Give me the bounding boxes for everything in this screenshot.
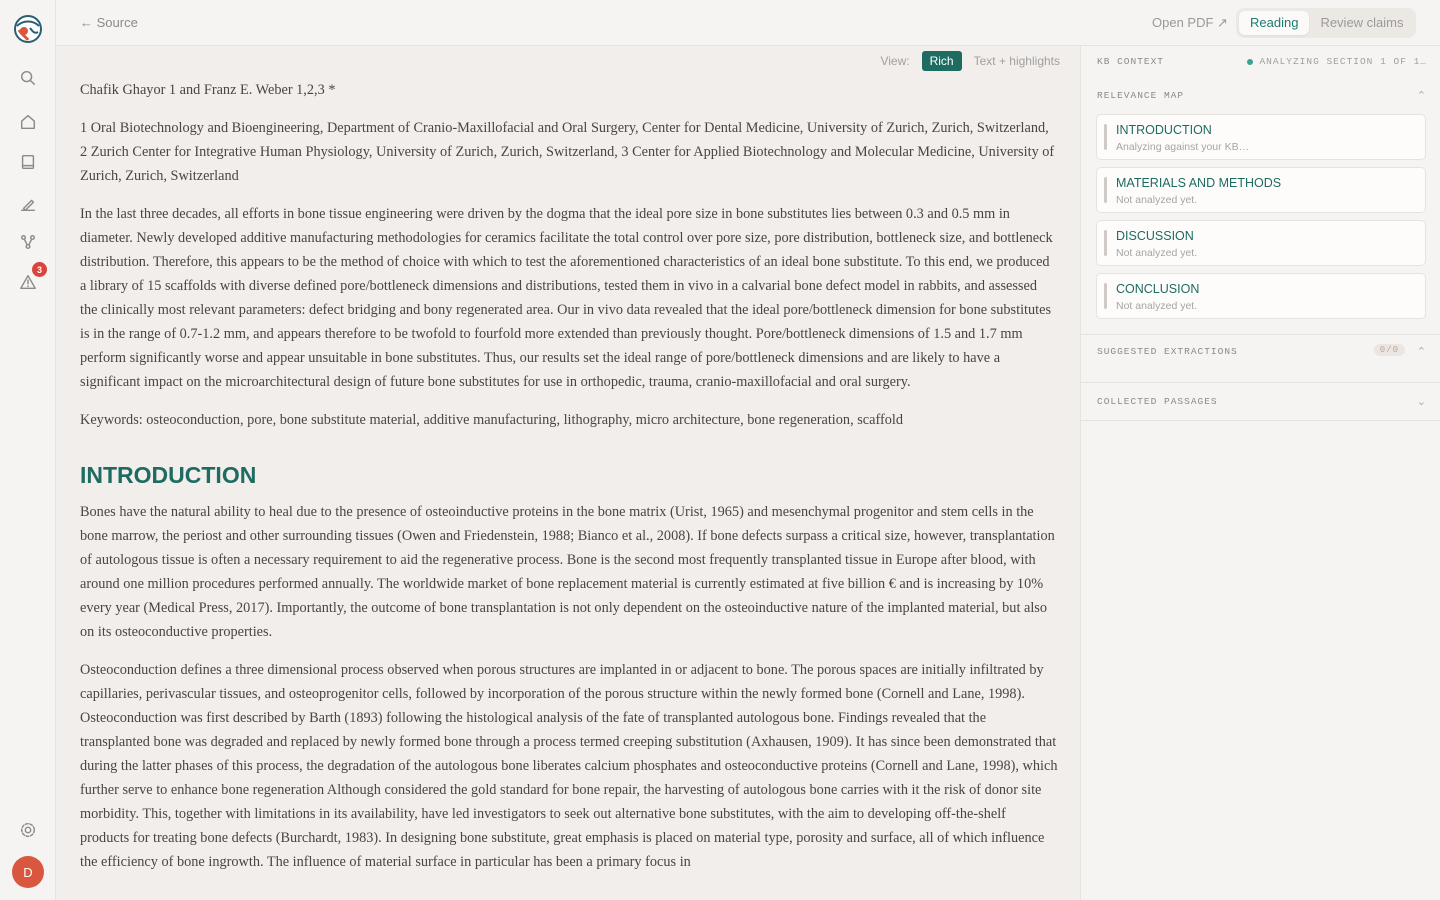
view-rich-button[interactable]: Rich [921, 51, 962, 71]
document-body: Chafik Ghayor 1 and Franz E. Weber 1,2,3… [80, 78, 1058, 888]
suggested-extractions-header[interactable]: SUGGESTED EXTRACTIONS 0/0 ⌃ [1097, 344, 1427, 360]
suggested-extractions-title: SUGGESTED EXTRACTIONS [1097, 346, 1238, 357]
affiliations: 1 Oral Biotechnology and Bioengineering,… [80, 120, 1055, 184]
collected-passages-header[interactable]: COLLECTED PASSAGES ⌄ [1097, 395, 1427, 410]
view-highlights-button[interactable]: Text + highlights [974, 54, 1060, 68]
tab-review-claims[interactable]: Review claims [1309, 11, 1414, 35]
mode-switch: Reading Review claims [1236, 8, 1416, 38]
app-logo[interactable] [13, 14, 43, 44]
back-to-source-link[interactable]: ← Source [80, 15, 138, 30]
relevance-card-introduction[interactable]: INTRODUCTION Analyzing against your KB… [1096, 114, 1426, 160]
authors: Chafik Ghayor 1 and Franz E. Weber 1,2,3… [80, 82, 336, 98]
analysis-status-text: ANALYZING SECTION 1 OF 1… [1259, 56, 1427, 67]
card-title: CONCLUSION [1116, 282, 1200, 296]
top-bar: ← Source Open PDF ↗ Reading Review claim… [56, 0, 1440, 46]
view-toggle: View: Rich Text + highlights [880, 51, 1060, 71]
view-label: View: [880, 54, 910, 68]
kb-context-title: KB CONTEXT [1097, 56, 1165, 67]
card-title: DISCUSSION [1116, 229, 1194, 243]
card-accent-bar [1104, 230, 1107, 256]
card-accent-bar [1104, 177, 1107, 203]
kb-context-header: KB CONTEXT ANALYZING SECTION 1 OF 1… [1097, 56, 1427, 70]
card-title: MATERIALS AND METHODS [1116, 176, 1282, 190]
tab-reading[interactable]: Reading [1239, 11, 1310, 35]
card-status: Not analyzed yet. [1116, 247, 1198, 259]
left-rail: 3 D [0, 0, 56, 900]
chevron-up-icon: ⌃ [1416, 89, 1427, 102]
relevance-card-conclusion[interactable]: CONCLUSION Not analyzed yet. [1096, 273, 1426, 319]
suggested-extractions-count: 0/0 [1373, 344, 1405, 356]
book-icon[interactable] [18, 152, 38, 172]
paragraph: Bones have the natural ability to heal d… [80, 504, 1055, 640]
status-dot-icon [1247, 58, 1254, 65]
kb-context-panel: KB CONTEXT ANALYZING SECTION 1 OF 1… REL… [1080, 46, 1440, 900]
open-pdf-link[interactable]: Open PDF ↗ [1152, 15, 1228, 31]
paragraph: Osteoconduction defines a three dimensio… [80, 662, 1058, 870]
card-title: INTRODUCTION [1116, 123, 1212, 137]
pen-icon[interactable] [18, 194, 38, 214]
abstract: In the last three decades, all efforts i… [80, 206, 1053, 390]
relevance-card-discussion[interactable]: DISCUSSION Not analyzed yet. [1096, 220, 1426, 266]
analysis-status: ANALYZING SECTION 1 OF 1… [1247, 56, 1427, 67]
card-accent-bar [1104, 124, 1107, 150]
document-reader: View: Rich Text + highlights Chafik Ghay… [56, 46, 1080, 900]
alert-count-badge: 3 [32, 262, 47, 277]
divider [1081, 382, 1440, 383]
settings-icon[interactable] [18, 820, 38, 840]
divider [1081, 334, 1440, 335]
graph-icon[interactable] [18, 232, 38, 252]
card-status: Analyzing against your KB… [1116, 141, 1250, 153]
home-icon[interactable] [18, 112, 38, 132]
relevance-map-header[interactable]: RELEVANCE MAP ⌃ [1097, 89, 1427, 104]
search-icon[interactable] [18, 68, 38, 88]
collected-passages-title: COLLECTED PASSAGES [1097, 396, 1218, 407]
relevance-card-materials-and-methods[interactable]: MATERIALS AND METHODS Not analyzed yet. [1096, 167, 1426, 213]
relevance-map-title: RELEVANCE MAP [1097, 90, 1185, 101]
user-avatar[interactable]: D [12, 856, 44, 888]
keywords: Keywords: osteoconduction, pore, bone su… [80, 412, 903, 428]
divider [1081, 420, 1440, 421]
chevron-up-icon: ⌃ [1416, 345, 1427, 358]
card-status: Not analyzed yet. [1116, 194, 1198, 206]
section-heading-introduction: INTRODUCTION [80, 462, 257, 488]
card-accent-bar [1104, 283, 1107, 309]
chevron-down-icon: ⌄ [1416, 395, 1427, 408]
card-status: Not analyzed yet. [1116, 300, 1198, 312]
